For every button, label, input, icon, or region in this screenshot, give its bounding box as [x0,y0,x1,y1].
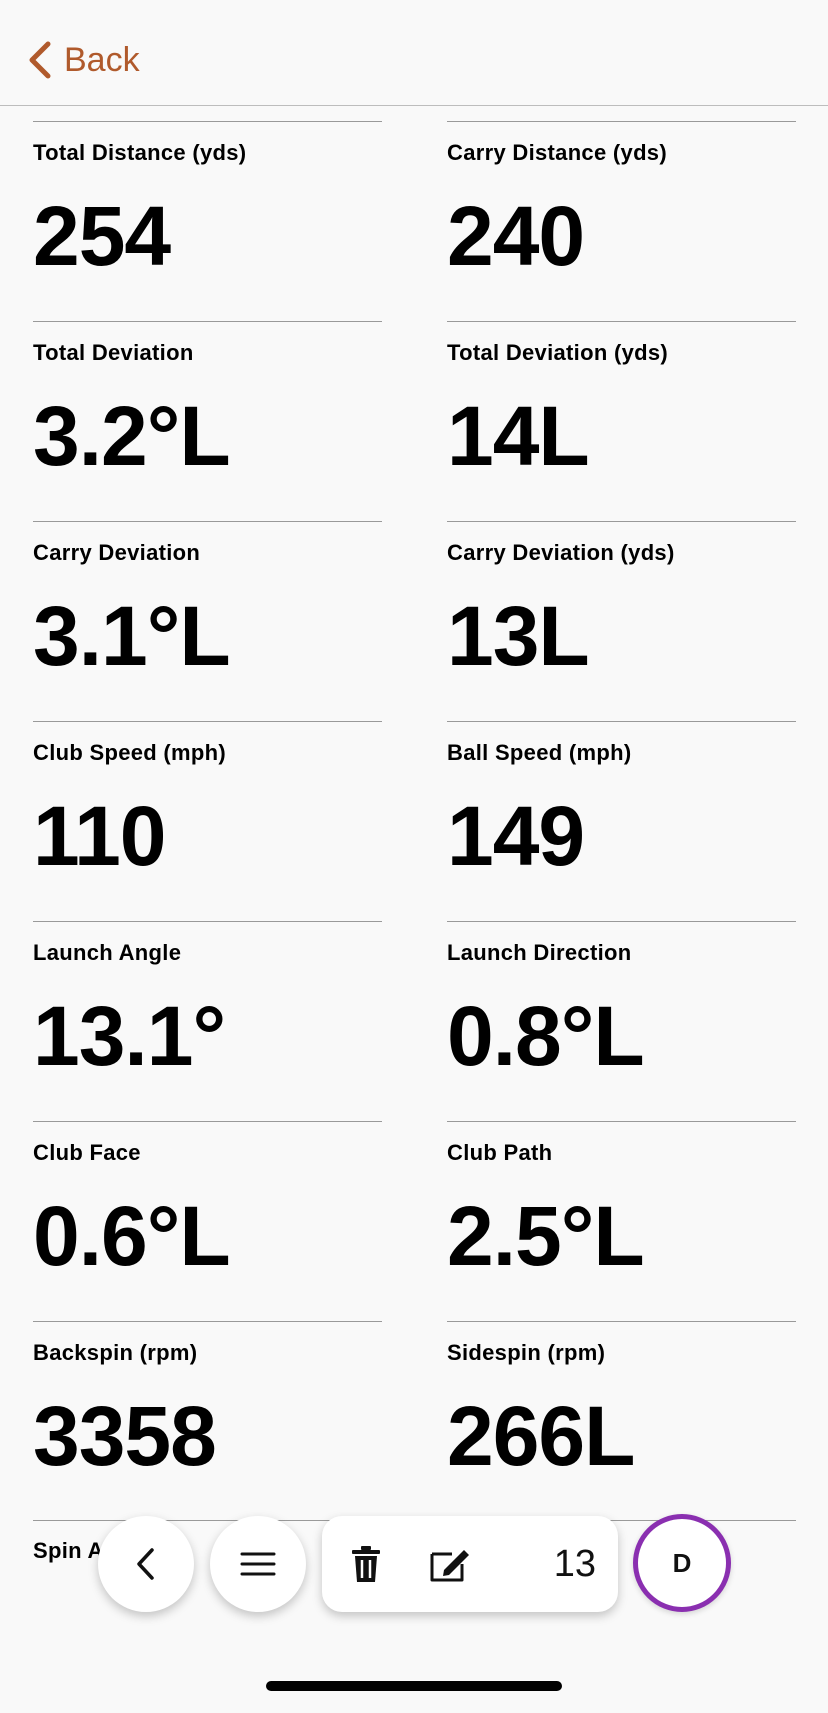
metric-ball-speed: Ball Speed (mph) 149 [447,721,796,922]
metric-launch-direction: Launch Direction 0.8°L [447,921,796,1122]
metric-label: Backspin (rpm) [33,1340,198,1365]
metric-value: 13.1° [33,989,226,1083]
metric-label: Carry Distance (yds) [447,140,667,165]
back-label: Back [64,41,140,79]
metric-label: Ball Speed (mph) [447,740,632,765]
menu-button[interactable] [210,1516,306,1612]
metric-label: Launch Direction [447,940,632,965]
metric-label: Carry Deviation [33,540,201,565]
trash-icon [352,1546,380,1582]
metric-club-path: Club Path 2.5°L [447,1121,796,1322]
shot-number: 13 [553,1543,596,1585]
chevron-left-icon [29,41,51,79]
club-selector-button[interactable]: D [633,1514,731,1612]
metric-total-deviation: Total Deviation 3.2°L [33,321,382,522]
metric-label: Total Deviation (yds) [447,340,669,365]
metric-value: 0.8°L [447,989,645,1083]
metric-label: Club Face [33,1140,141,1165]
club-label: D [672,1547,692,1578]
metric-value: 240 [447,189,585,283]
metric-label: Total Deviation [33,340,194,365]
home-indicator [266,1681,562,1691]
metric-carry-distance: Carry Distance (yds) 240 [447,121,796,322]
shot-toolbar: 13 D [0,1510,828,1620]
shot-detail-screen: Back Total Distance (yds) 254 Carry Dist… [0,0,828,1713]
back-button[interactable]: Back [24,38,140,82]
previous-shot-button[interactable] [98,1516,194,1612]
metric-label: Club Speed (mph) [33,740,227,765]
metric-value: 14L [447,389,590,483]
hamburger-icon [240,1552,276,1576]
metric-label: Total Distance (yds) [33,140,247,165]
edit-button[interactable] [426,1540,474,1588]
nav-bar: Back [0,0,828,106]
shot-actions-pill: 13 [322,1516,618,1612]
metric-value: 254 [33,189,171,283]
metric-value: 266L [447,1389,635,1483]
metric-value: 13L [447,589,590,683]
metric-value: 0.6°L [33,1189,231,1283]
metric-carry-deviation-yds: Carry Deviation (yds) 13L [447,521,796,722]
metric-value: 3.2°L [33,389,231,483]
metric-club-speed: Club Speed (mph) 110 [33,721,382,922]
metric-label: Sidespin (rpm) [447,1340,606,1365]
metric-club-face: Club Face 0.6°L [33,1121,382,1322]
metric-launch-angle: Launch Angle 13.1° [33,921,382,1122]
metric-value: 2.5°L [447,1189,645,1283]
edit-icon [430,1550,469,1582]
metric-value: 3.1°L [33,589,231,683]
metric-label: Carry Deviation (yds) [447,540,675,565]
metric-backspin: Backspin (rpm) 3358 [33,1321,382,1522]
metric-label: Launch Angle [33,940,182,965]
metric-value: 3358 [33,1389,217,1483]
metric-value: 149 [447,789,585,883]
metric-sidespin: Sidespin (rpm) 266L [447,1321,796,1522]
metric-total-distance: Total Distance (yds) 254 [33,121,382,322]
chevron-left-icon [137,1548,154,1580]
delete-button[interactable] [342,1540,390,1588]
metric-label: Club Path [447,1140,553,1165]
metric-total-deviation-yds: Total Deviation (yds) 14L [447,321,796,522]
metric-carry-deviation: Carry Deviation 3.1°L [33,521,382,722]
metric-value: 110 [33,789,167,883]
